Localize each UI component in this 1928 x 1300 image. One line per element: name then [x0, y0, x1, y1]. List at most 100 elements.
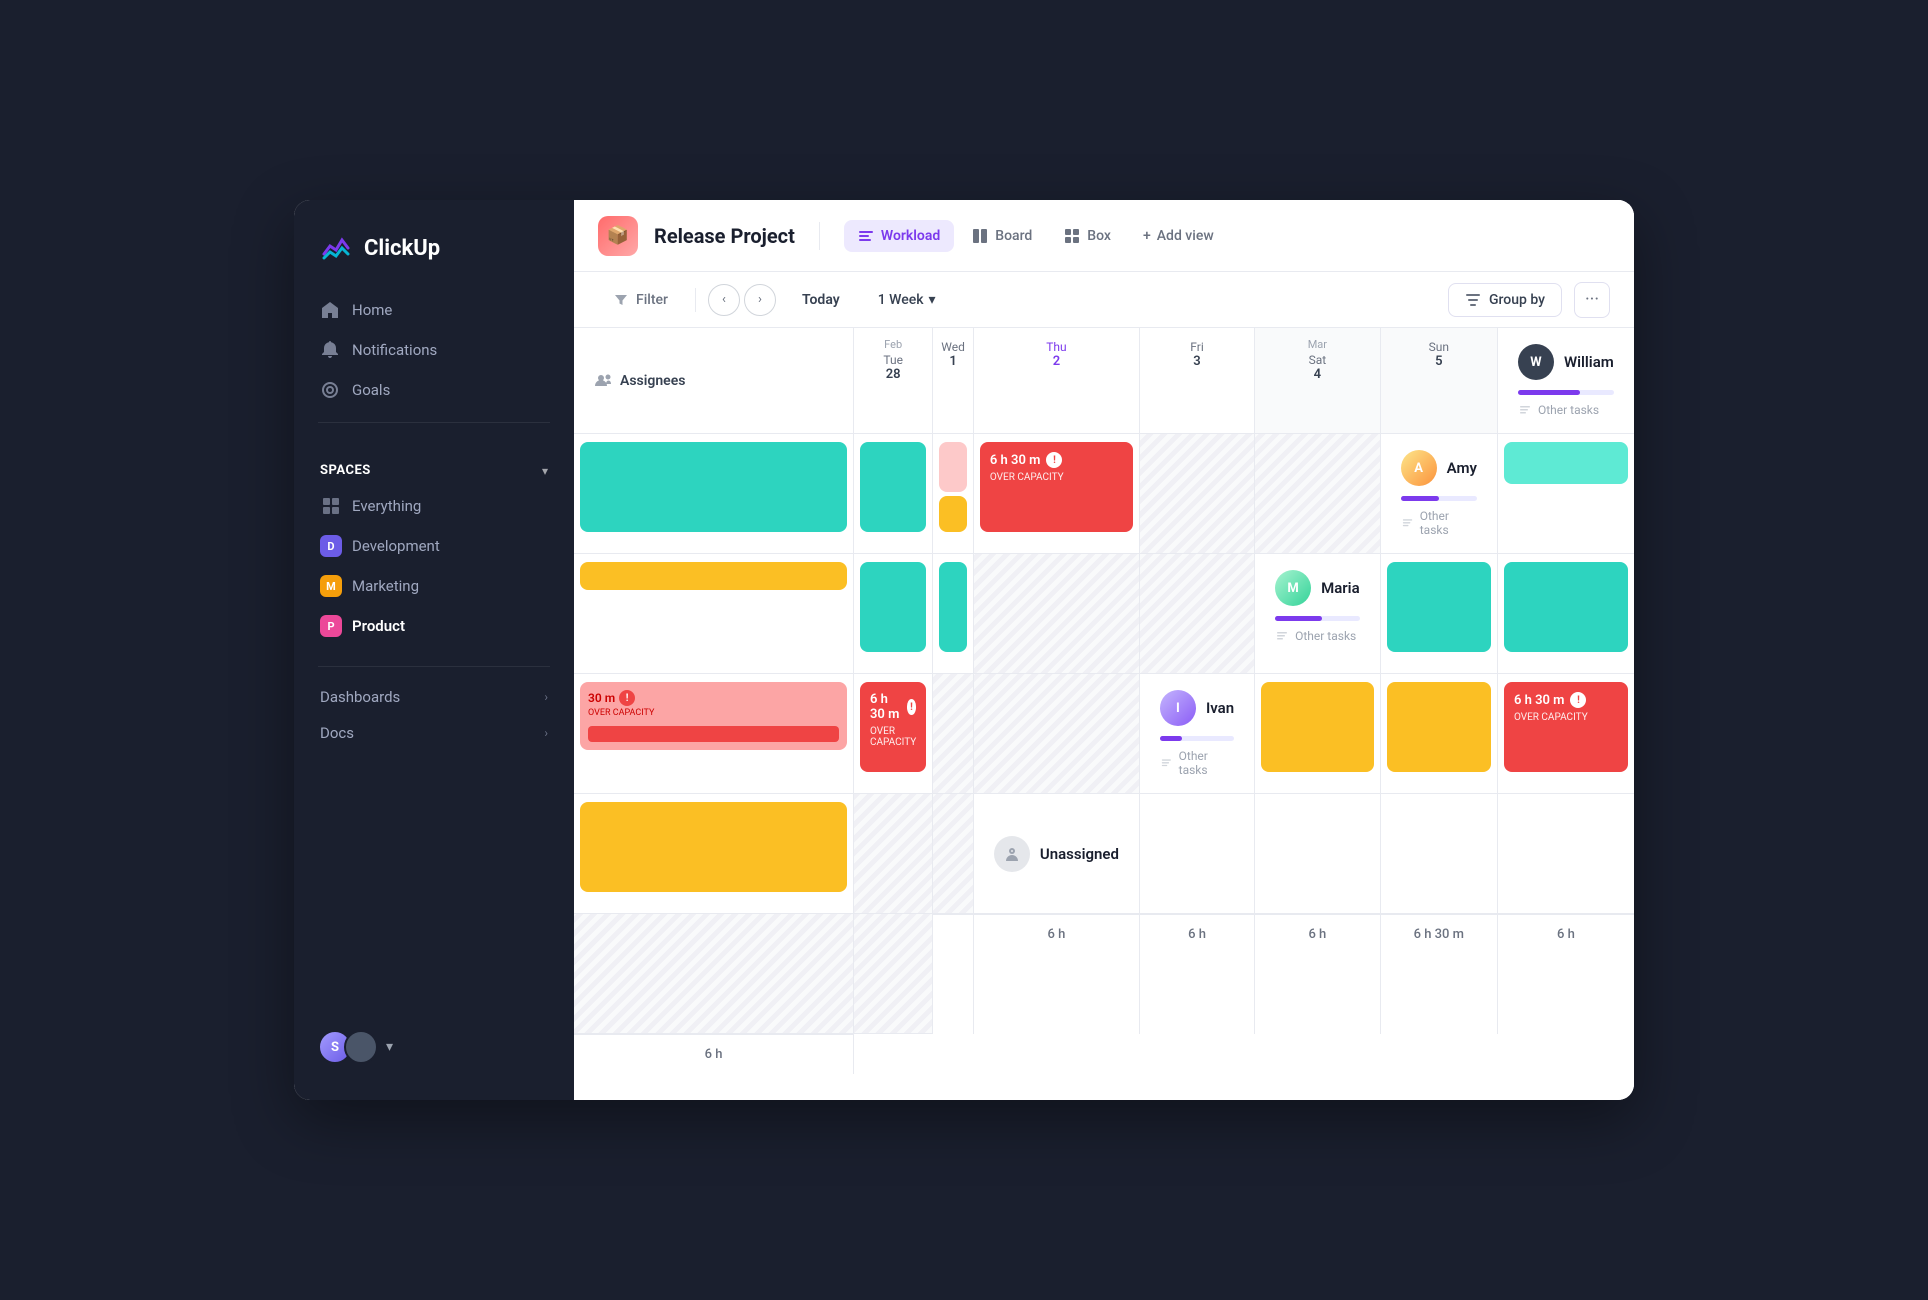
ivan-block-tue — [1261, 682, 1374, 772]
william-cell-wed — [854, 434, 933, 554]
amy-other-tasks[interactable]: Other tasks — [1401, 509, 1477, 537]
tab-workload[interactable]: Workload — [844, 220, 954, 252]
assignees-header: Assignees — [574, 328, 854, 434]
unassigned-cell-sun — [854, 914, 933, 1034]
person-info-ivan: I Ivan Other tasks — [1140, 674, 1255, 794]
day-header-thu: Thu 2 — [974, 328, 1140, 434]
sidebar-item-dashboards[interactable]: Dashboards › — [306, 679, 562, 715]
add-view-button[interactable]: + Add view — [1129, 220, 1228, 252]
day-month-mar: Mar — [1263, 338, 1372, 351]
spaces-header[interactable]: Spaces ▾ — [306, 455, 562, 486]
sidebar-item-docs[interactable]: Docs › — [306, 715, 562, 751]
day-name-thu: Thu — [982, 340, 1131, 354]
prev-button[interactable]: ‹ — [708, 284, 740, 316]
william-block-fri: 6 h 30 m ! OVER CAPACITY — [980, 442, 1133, 532]
ivan-progress-fill — [1160, 736, 1182, 741]
filter-label: Filter — [636, 292, 668, 308]
william-block-thu-top — [939, 442, 967, 492]
ivan-header: I Ivan — [1160, 690, 1234, 726]
amy-cell-sat — [974, 554, 1140, 674]
william-progress-bg — [1518, 390, 1614, 395]
day-name-fri: Fri — [1148, 340, 1246, 354]
william-cell-sat — [1140, 434, 1255, 554]
day-header-wed: Wed 1 — [933, 328, 974, 434]
william-other-tasks[interactable]: Other tasks — [1518, 403, 1614, 417]
day-num-1: 1 — [941, 354, 965, 369]
ivan-block-fri — [580, 802, 847, 892]
maria-cell-sun — [974, 674, 1140, 794]
ivan-other-tasks[interactable]: Other tasks — [1160, 749, 1234, 777]
dashboards-chevron: › — [544, 690, 548, 704]
maria-over-label-thu: OVER CAPACITY — [588, 708, 839, 718]
day-num-28: 28 — [862, 367, 924, 382]
marketing-badge: M — [320, 575, 342, 597]
footer-empty — [933, 914, 974, 1034]
unassigned-cell-thu — [1381, 794, 1498, 914]
assignees-label: Assignees — [620, 373, 685, 389]
sidebar-item-product[interactable]: P Product — [306, 606, 562, 646]
ivan-block-wed — [1387, 682, 1491, 772]
workload-grid: Assignees Feb Tue 28 Wed 1 Thu 2 — [574, 328, 1634, 1074]
day-name-tue: Tue — [862, 353, 924, 367]
filter-button[interactable]: Filter — [598, 284, 683, 316]
more-button[interactable]: ··· — [1574, 282, 1610, 318]
unassigned-cell-tue — [1140, 794, 1255, 914]
sidebar-footer: S ▾ — [294, 1014, 574, 1080]
tab-box[interactable]: Box — [1050, 220, 1125, 252]
amy-cell-thu — [854, 554, 933, 674]
maria-red-bar — [588, 726, 839, 742]
unassigned-cell-wed — [1255, 794, 1381, 914]
william-alert-icon: ! — [1046, 452, 1062, 468]
everything-label: Everything — [352, 497, 421, 515]
maria-progress-fill — [1275, 616, 1322, 621]
amy-header: A Amy — [1401, 450, 1477, 486]
user-dropdown-arrow[interactable]: ▾ — [386, 1039, 393, 1055]
day-name-sat: Sat — [1263, 353, 1372, 367]
workload-tab-label: Workload — [881, 228, 940, 244]
unassigned-cell-fri — [1498, 794, 1634, 914]
sidebar-item-everything[interactable]: Everything — [306, 486, 562, 526]
nav-arrows: ‹ › — [708, 284, 776, 316]
william-tasks-label: Other tasks — [1538, 403, 1599, 417]
dashboards-label: Dashboards — [320, 688, 400, 706]
maria-over-time-fri: 6 h 30 m — [870, 692, 901, 722]
amy-block-thu — [860, 562, 926, 652]
workload-area: Assignees Feb Tue 28 Wed 1 Thu 2 — [574, 328, 1634, 1100]
amy-progress-fill — [1401, 496, 1439, 501]
day-num-5: 5 — [1389, 354, 1489, 369]
maria-other-tasks[interactable]: Other tasks — [1275, 629, 1360, 643]
maria-over-time-thu: 30 m — [588, 691, 615, 705]
maria-over-label-fri: OVER CAPACITY — [870, 726, 916, 748]
main-header: 📦 Release Project Workload Board Box + — [574, 200, 1634, 272]
home-label: Home — [352, 301, 392, 319]
day-num-3: 3 — [1148, 354, 1246, 369]
unassigned-avatar — [994, 836, 1030, 872]
logo[interactable]: ClickUp — [294, 220, 574, 290]
sidebar-item-marketing[interactable]: M Marketing — [306, 566, 562, 606]
today-button[interactable]: Today — [788, 285, 854, 315]
tab-board[interactable]: Board — [958, 220, 1046, 252]
person-info-maria: M Maria Other tasks — [1255, 554, 1381, 674]
sidebar-item-home[interactable]: Home — [306, 290, 562, 330]
goals-label: Goals — [352, 381, 390, 399]
sidebar-nav: Home Notifications Goals — [294, 290, 574, 410]
week-label: 1 Week — [878, 292, 924, 308]
footer-hours-fri: 6 h 30 m — [1381, 914, 1498, 1034]
everything-icon — [320, 495, 342, 517]
amy-cell-wed — [574, 554, 854, 674]
group-by-button[interactable]: Group by — [1448, 283, 1562, 317]
sidebar-item-goals[interactable]: Goals — [306, 370, 562, 410]
user-avatars[interactable]: S — [318, 1030, 378, 1064]
sidebar-item-development[interactable]: D Development — [306, 526, 562, 566]
day-header-tue: Feb Tue 28 — [854, 328, 933, 434]
project-name: Release Project — [654, 224, 795, 248]
maria-progress-bg — [1275, 616, 1360, 621]
avatar-user2 — [344, 1030, 378, 1064]
maria-cell-fri: 6 h 30 m ! OVER CAPACITY — [854, 674, 933, 794]
william-block-wed — [860, 442, 926, 532]
development-label: Development — [352, 537, 440, 555]
sidebar-divider2 — [318, 666, 550, 667]
week-selector[interactable]: 1 Week ▾ — [866, 285, 948, 315]
next-button[interactable]: › — [744, 284, 776, 316]
sidebar-item-notifications[interactable]: Notifications — [306, 330, 562, 370]
